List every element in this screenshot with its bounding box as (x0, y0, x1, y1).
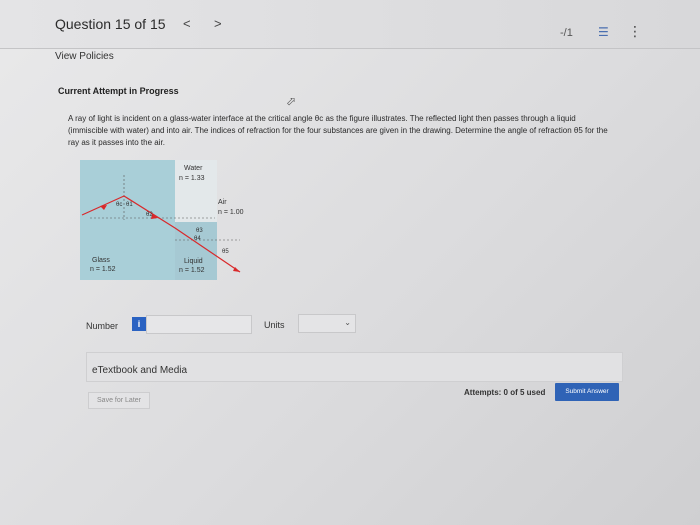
submit-answer-button[interactable]: Submit Answer (555, 383, 619, 401)
next-question-button[interactable]: > (214, 16, 222, 31)
question-title: Question 15 of 15 (55, 16, 166, 32)
glass-label: Glass (92, 257, 110, 264)
liquid-label: Liquid (184, 258, 203, 265)
number-label: Number (86, 321, 119, 331)
theta-3-label: θ3 (196, 228, 203, 234)
refraction-figure: Water n = 1.33 Air n = 1.00 Glass n = 1.… (80, 160, 244, 280)
question-text: A ray of light is incident on a glass-wa… (68, 114, 608, 147)
theta-1-label: θ1 (126, 202, 133, 208)
water-index: n = 1.33 (179, 175, 205, 182)
info-button[interactable]: i (132, 317, 146, 331)
number-input[interactable] (146, 315, 252, 334)
units-select[interactable]: ⌄ (298, 314, 356, 333)
attempts-counter: Attempts: 0 of 5 used (464, 388, 546, 397)
units-label: Units (264, 320, 285, 330)
theta-2-label: θ2 (146, 212, 153, 218)
attempt-heading: Current Attempt in Progress (58, 86, 179, 96)
water-label: Water (184, 165, 203, 172)
air-index: n = 1.00 (218, 209, 244, 216)
liquid-index: n = 1.52 (179, 267, 205, 274)
score-display: -/1 (560, 27, 573, 39)
air-label: Air (218, 199, 227, 206)
view-policies-link[interactable]: View Policies (55, 51, 114, 62)
mouse-cursor-icon: ⬀ (286, 94, 297, 108)
theta-5-label: θ5 (222, 249, 229, 255)
kebab-menu-icon[interactable]: ⋮ (628, 23, 642, 40)
glass-index: n = 1.52 (90, 266, 116, 273)
save-for-later-button[interactable]: Save for Later (88, 392, 150, 409)
theta-4-label: θ4 (194, 236, 201, 242)
chevron-down-icon: ⌄ (344, 318, 351, 327)
etextbook-link[interactable]: eTextbook and Media (92, 365, 187, 376)
list-icon[interactable]: ☰ (598, 25, 609, 39)
theta-c-label: θc (116, 202, 122, 208)
prev-question-button[interactable]: < (183, 16, 191, 31)
